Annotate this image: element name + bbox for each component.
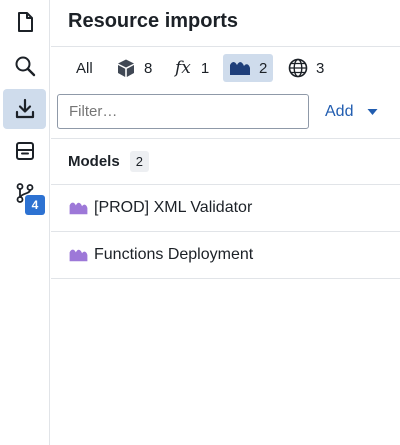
list-item-label: Functions Deployment bbox=[94, 246, 254, 263]
archive-button[interactable] bbox=[3, 131, 46, 171]
list-item-label: [PROD] XML Validator bbox=[94, 199, 253, 216]
section-count-tag: 2 bbox=[129, 151, 149, 172]
search-icon bbox=[15, 56, 35, 77]
add-button[interactable]: Add bbox=[317, 94, 386, 129]
search-button[interactable] bbox=[3, 46, 46, 86]
resource-imports-panel: Resource imports All 8 fx 1 2 3 Filter… … bbox=[51, 0, 400, 445]
caret-down-icon bbox=[367, 108, 378, 116]
add-button-label: Add bbox=[325, 102, 354, 120]
model-icon bbox=[229, 59, 251, 77]
cube-icon bbox=[116, 58, 136, 78]
panel-title: Resource imports bbox=[68, 10, 239, 32]
tab-models[interactable]: 2 bbox=[223, 54, 274, 82]
branch-count-badge: 4 bbox=[25, 195, 45, 215]
filter-input[interactable] bbox=[57, 94, 309, 129]
document-icon bbox=[17, 12, 33, 32]
model-icon bbox=[68, 200, 89, 216]
tab-count: 1 bbox=[200, 59, 210, 77]
left-rail: 4 bbox=[0, 0, 50, 445]
download-icon bbox=[15, 98, 34, 119]
files-button[interactable] bbox=[3, 2, 46, 42]
tab-label: All bbox=[76, 59, 93, 77]
tab-count: 8 bbox=[144, 59, 153, 77]
globe-icon bbox=[288, 58, 308, 78]
tab-all[interactable]: All bbox=[70, 54, 99, 82]
model-icon bbox=[68, 247, 89, 263]
list-item[interactable]: Functions Deployment bbox=[51, 232, 400, 279]
tab-web[interactable]: 3 bbox=[282, 54, 330, 82]
section-title: Models bbox=[68, 153, 120, 170]
models-section-header: Models 2 bbox=[51, 138, 400, 185]
archive-box-icon bbox=[15, 142, 34, 160]
tab-objects[interactable]: 8 bbox=[110, 54, 158, 82]
tab-count: 3 bbox=[316, 59, 325, 77]
tab-count: 2 bbox=[259, 59, 268, 77]
function-icon: fx bbox=[175, 58, 191, 78]
tab-functions[interactable]: fx 1 bbox=[169, 54, 215, 82]
list-item[interactable]: [PROD] XML Validator bbox=[51, 185, 400, 232]
imports-button[interactable] bbox=[3, 89, 46, 129]
filter-tabs: All 8 fx 1 2 3 bbox=[51, 46, 400, 88]
